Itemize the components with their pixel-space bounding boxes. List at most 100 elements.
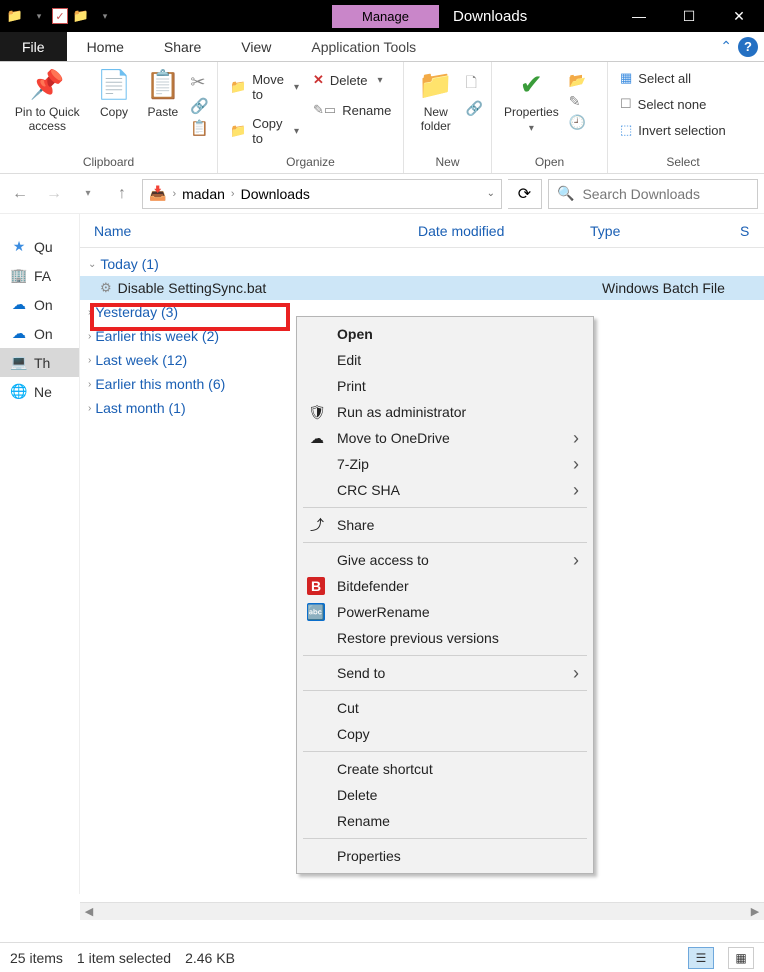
group-open-label: Open — [500, 153, 599, 171]
delete-button[interactable]: ✕Delete — [309, 70, 395, 90]
context-menu-open[interactable]: Open — [297, 321, 593, 347]
address-dropdown-icon[interactable]: ⌄ — [487, 188, 495, 199]
address-bar[interactable]: 📥 › madan › Downloads ⌄ — [142, 179, 502, 209]
maximize-button[interactable]: ☐ — [664, 0, 714, 32]
ribbon-collapse-icon[interactable]: ⌃ — [720, 38, 732, 55]
breadcrumb-user[interactable]: madan — [182, 186, 225, 202]
group-select-label: Select — [616, 153, 750, 171]
group-today[interactable]: ⌄Today (1) — [80, 252, 764, 276]
column-name[interactable]: Name — [80, 223, 404, 239]
invert-selection-icon: ⬚ — [620, 122, 632, 138]
edit-icon[interactable]: ✎ — [569, 93, 586, 110]
open-icon[interactable]: 📂 — [569, 72, 586, 89]
paste-button[interactable]: 📋 Paste — [141, 66, 184, 121]
nav-item-3[interactable]: ☁On — [0, 319, 79, 348]
qat-newfolder-icon[interactable]: 📁 — [70, 5, 92, 27]
context-menu-share[interactable]: ⤴Share — [297, 512, 593, 538]
qat-file-icon[interactable]: 📁 — [4, 5, 26, 27]
breadcrumb-downloads[interactable]: Downloads — [241, 186, 310, 202]
context-menu-properties[interactable]: Properties — [297, 843, 593, 869]
nav-item-0[interactable]: ★Qu — [0, 232, 79, 261]
chevron-right-icon[interactable]: › — [172, 188, 176, 200]
refresh-icon: ⟳ — [518, 184, 531, 204]
recent-locations-button[interactable]: ▾ — [74, 180, 102, 208]
nav-item-5[interactable]: 🌐Ne — [0, 377, 79, 406]
context-menu-send-to[interactable]: Send to — [297, 660, 593, 686]
file-row-selected[interactable]: ⚙ Disable SettingSync.bat Windows Batch … — [80, 276, 764, 300]
select-none-button[interactable]: ☐Select none — [616, 94, 730, 114]
context-menu-crc-sha[interactable]: CRC SHA — [297, 477, 593, 503]
qat-properties-icon[interactable]: ✓ — [52, 8, 68, 24]
details-view-button[interactable]: ☰ — [688, 947, 714, 969]
window-title: Downloads — [453, 8, 527, 25]
rename-button[interactable]: ✎▭Rename — [309, 100, 395, 120]
nav-item-2[interactable]: ☁On — [0, 290, 79, 319]
new-item-icon[interactable]: 🗋 — [466, 72, 483, 96]
nav-item-1[interactable]: 🏢FA — [0, 261, 79, 290]
paste-shortcut-icon[interactable]: 📋 — [190, 119, 209, 137]
tab-application-tools[interactable]: Application Tools — [291, 32, 436, 61]
forward-button[interactable]: → — [40, 180, 68, 208]
back-button[interactable]: ← — [6, 180, 34, 208]
qat-dropdown-icon[interactable]: ▾ — [28, 5, 50, 27]
new-folder-icon: 📁 — [418, 68, 453, 101]
close-button[interactable]: ✕ — [714, 0, 764, 32]
properties-button[interactable]: ✔ Properties ▾ — [500, 66, 563, 136]
context-menu-create-shortcut[interactable]: Create shortcut — [297, 756, 593, 782]
context-menu-move-to-onedrive[interactable]: ☁Move to OneDrive — [297, 425, 593, 451]
column-date[interactable]: Date modified — [404, 223, 576, 239]
minimize-button[interactable]: — — [614, 0, 664, 32]
navigation-pane[interactable]: ★Qu🏢FA☁On☁On💻Th🌐Ne — [0, 214, 80, 894]
chevron-down-icon: ⌄ — [88, 259, 96, 270]
context-menu-delete[interactable]: Delete — [297, 782, 593, 808]
tab-view[interactable]: View — [221, 32, 291, 61]
up-button[interactable]: ↑ — [108, 180, 136, 208]
cut-icon[interactable]: ✂ — [190, 72, 209, 93]
menu-item-icon: 🛡 — [307, 404, 327, 421]
tab-file[interactable]: File — [0, 32, 67, 61]
easy-access-icon[interactable]: 🔗 — [466, 100, 483, 117]
group-organize-label: Organize — [226, 153, 395, 171]
pin-to-quick-access-button[interactable]: 📌 Pin to Quick access — [8, 66, 87, 136]
large-icons-view-button[interactable]: ▦ — [728, 947, 754, 969]
refresh-button[interactable]: ⟳ — [508, 179, 542, 209]
scroll-right-icon[interactable]: ▶ — [746, 903, 764, 921]
history-icon[interactable]: 🕘 — [569, 114, 586, 131]
context-menu-powerrename[interactable]: 🔤PowerRename — [297, 599, 593, 625]
invert-selection-button[interactable]: ⬚Invert selection — [616, 120, 730, 140]
menu-item-icon: 🔤 — [307, 603, 325, 621]
context-menu-print[interactable]: Print — [297, 373, 593, 399]
tab-home[interactable]: Home — [67, 32, 144, 61]
status-size: 2.46 KB — [185, 950, 235, 966]
move-to-button[interactable]: 📁Move to — [226, 70, 303, 104]
scroll-left-icon[interactable]: ◀ — [80, 903, 98, 921]
copy-to-button[interactable]: 📁Copy to — [226, 114, 303, 148]
chevron-right-icon[interactable]: › — [231, 188, 235, 200]
column-type[interactable]: Type — [576, 223, 726, 239]
nav-item-4[interactable]: 💻Th — [0, 348, 79, 377]
search-box[interactable]: 🔍 Search Downloads — [548, 179, 758, 209]
chevron-right-icon: › — [88, 355, 91, 366]
help-icon[interactable]: ? — [738, 37, 758, 57]
copy-path-icon[interactable]: 🔗 — [190, 97, 209, 115]
context-menu-cut[interactable]: Cut — [297, 695, 593, 721]
context-menu-edit[interactable]: Edit — [297, 347, 593, 373]
horizontal-scrollbar[interactable]: ◀ ▶ — [80, 902, 764, 920]
context-menu-7-zip[interactable]: 7-Zip — [297, 451, 593, 477]
chevron-right-icon: › — [88, 331, 91, 342]
context-menu-rename[interactable]: Rename — [297, 808, 593, 834]
select-all-button[interactable]: ▦Select all — [616, 68, 730, 88]
new-folder-button[interactable]: 📁 New folder — [412, 66, 460, 136]
tab-share[interactable]: Share — [144, 32, 221, 61]
context-menu-copy[interactable]: Copy — [297, 721, 593, 747]
contextual-tab-manage[interactable]: Manage — [332, 5, 439, 28]
menu-item-icon: ⤴ — [307, 515, 327, 535]
file-type: Windows Batch File — [588, 280, 756, 296]
context-menu-bitdefender[interactable]: BBitdefender — [297, 573, 593, 599]
context-menu-run-as-administrator[interactable]: 🛡Run as administrator — [297, 399, 593, 425]
copy-button[interactable]: 📄 Copy — [93, 66, 136, 121]
context-menu-give-access-to[interactable]: Give access to — [297, 547, 593, 573]
context-menu: OpenEditPrint🛡Run as administrator☁Move … — [296, 316, 594, 874]
column-size[interactable]: S — [726, 223, 763, 239]
context-menu-restore-previous-versions[interactable]: Restore previous versions — [297, 625, 593, 651]
